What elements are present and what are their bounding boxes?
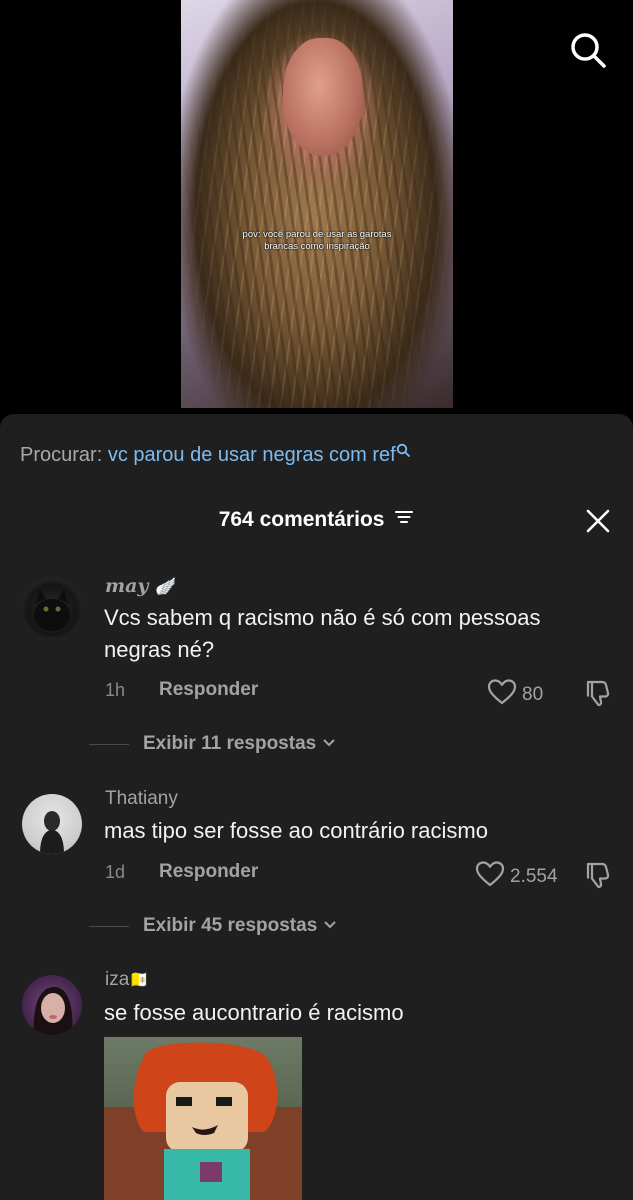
avatar[interactable] [22,577,82,637]
search-small-icon [396,443,410,466]
chevron-down-icon [316,735,336,753]
comments-count-header: 764 comentários [0,506,633,534]
replies-divider [89,925,129,927]
video-face [283,38,363,156]
related-search[interactable]: Procurar: vc parou de usar negras com re… [20,442,410,468]
username-emoji: 🪽 [155,577,177,597]
filter-icon[interactable] [394,505,414,533]
heart-icon [475,860,505,894]
username-emoji: 🇻🇦 [129,972,150,989]
thumbs-down-icon[interactable] [583,678,613,708]
comment-username[interactable]: iza🇻🇦 [105,969,149,991]
like-button[interactable]: 80 [487,678,543,712]
comment-text: Vcs sabem q racismo não é só com pessoas… [104,605,541,662]
username-text: iza [105,969,130,990]
comment-text: mas tipo ser fosse ao contrário racismo [104,818,488,843]
view-replies[interactable]: Exibir 45 respostas [89,915,337,937]
view-replies[interactable]: Exibir 11 respostas [89,733,336,755]
comment-username[interactable]: Thatiany [105,788,178,810]
replies-divider [89,743,129,745]
comment-sticker-image[interactable] [104,1037,302,1200]
close-icon[interactable] [584,507,612,535]
comment-username[interactable]: may 🪽 [105,575,176,597]
avatar[interactable] [22,975,82,1035]
heart-icon [487,678,517,712]
like-button[interactable]: 2.554 [475,860,558,894]
comment-time: 1h [105,680,126,700]
video-player[interactable]: pov: você parou de usar as garotas branc… [181,0,453,408]
related-search-query[interactable]: vc parou de usar negras com ref [108,444,396,466]
search-icon[interactable] [568,30,608,70]
related-search-prefix: Procurar: [20,444,103,466]
like-count: 80 [522,684,544,705]
comment-time: 1d [105,862,126,882]
reply-button[interactable]: Responder [159,861,258,883]
view-replies-label: Exibir 45 respostas [143,915,318,936]
avatar[interactable] [22,794,82,854]
username-text: may [105,575,149,597]
comment-text: se fosse aucontrario é racismo [104,1000,404,1025]
like-count: 2.554 [510,866,558,887]
thumbs-down-icon[interactable] [583,860,613,890]
video-caption: pov: você parou de usar as garotas branc… [242,229,392,252]
chevron-down-icon [317,917,337,935]
comments-count: 764 comentários [218,508,385,531]
reply-button[interactable]: Responder [159,679,258,701]
view-replies-label: Exibir 11 respostas [143,733,317,754]
